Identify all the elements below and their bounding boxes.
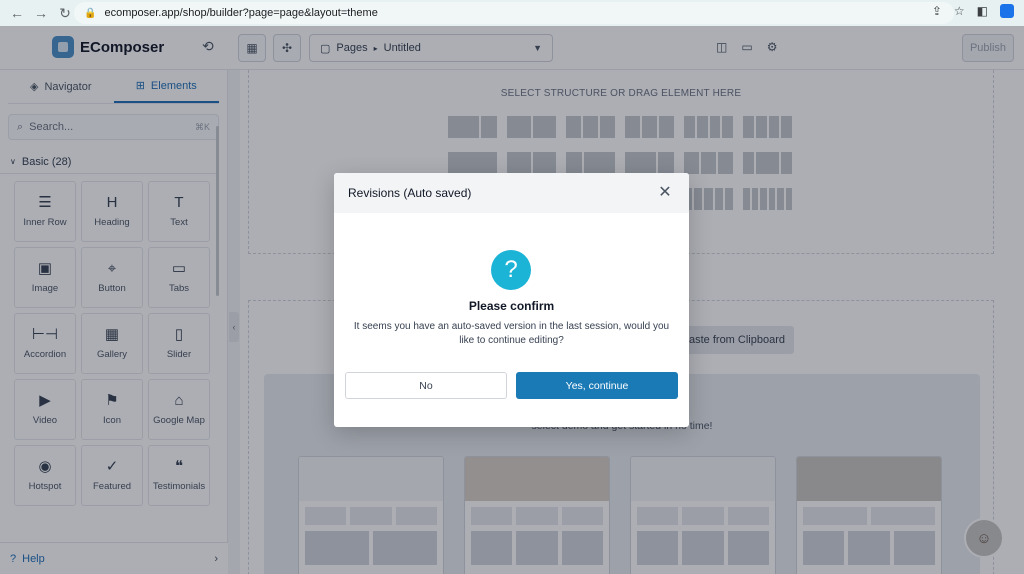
browser-actions: ⇪ ☆ ◧ [932, 4, 1014, 18]
close-icon[interactable]: ✕ [655, 185, 675, 201]
share-icon[interactable]: ⇪ [932, 4, 942, 18]
address-bar[interactable]: 🔒 ecomposer.app/shop/builder?page=page&l… [74, 2, 954, 24]
extension-icon[interactable] [1000, 4, 1014, 18]
confirm-title: Please confirm [468, 299, 555, 313]
modal-title: Revisions (Auto saved) [348, 186, 472, 200]
yes-continue-button[interactable]: Yes, continue [516, 372, 678, 399]
question-icon: ? [491, 250, 531, 290]
bookmark-star-icon[interactable]: ☆ [954, 4, 965, 18]
back-icon[interactable]: ← [8, 5, 26, 21]
no-button[interactable]: No [345, 372, 507, 399]
forward-icon[interactable]: → [32, 5, 50, 21]
reload-icon[interactable]: ↻ [56, 5, 74, 22]
url-text: ecomposer.app/shop/builder?page=page&lay… [104, 7, 378, 19]
confirm-message: It seems you have an auto-saved version … [353, 321, 670, 346]
browser-chrome: ← → ↻ 🔒 ecomposer.app/shop/builder?page=… [0, 0, 1024, 26]
sidebar-toggle-icon[interactable]: ◧ [977, 4, 988, 18]
revisions-modal: Revisions (Auto saved) ✕ ? Please confir… [334, 173, 689, 427]
modal-header: Revisions (Auto saved) ✕ [334, 173, 689, 213]
browser-nav: ← → ↻ [0, 5, 78, 22]
lock-icon: 🔒 [84, 7, 97, 19]
